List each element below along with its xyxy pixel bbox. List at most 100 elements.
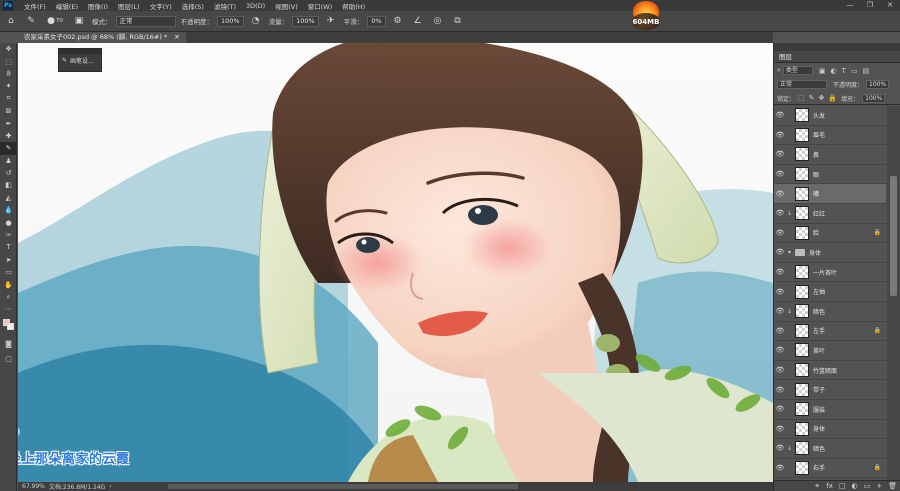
menu-3d[interactable]: 3D(D) bbox=[241, 2, 270, 10]
minimize-button[interactable]: — bbox=[840, 0, 860, 11]
path-selection-tool-icon[interactable]: ➤ bbox=[0, 254, 17, 266]
new-group-icon[interactable]: ▭ bbox=[864, 482, 871, 490]
layer-row[interactable]: 👁 带子 bbox=[774, 380, 886, 400]
lock-all-icon[interactable]: 🔒 bbox=[828, 94, 837, 102]
menu-file[interactable]: 文件(F) bbox=[19, 1, 51, 11]
layer-row[interactable]: 👁 竹篮暗面 bbox=[774, 361, 886, 381]
horizontal-scrollbar[interactable] bbox=[168, 484, 518, 489]
layer-row[interactable]: 👁 左手 🔒 bbox=[774, 322, 886, 342]
symmetry-icon[interactable]: ⧉ bbox=[451, 14, 465, 28]
layer-thumbnail[interactable] bbox=[795, 127, 809, 142]
layer-thumbnail[interactable] bbox=[795, 167, 809, 182]
document-tab[interactable]: 农家采茶女子002.psd @ 68% (脚, RGB/16#) * ✕ bbox=[18, 32, 186, 43]
layer-name[interactable]: 身体 bbox=[809, 248, 821, 257]
history-brush-tool-icon[interactable]: ↺ bbox=[0, 167, 17, 179]
crop-tool-icon[interactable]: ⌗ bbox=[0, 93, 17, 105]
layer-thumbnail[interactable] bbox=[795, 323, 809, 338]
visibility-eye-icon[interactable]: 👁 bbox=[774, 386, 786, 394]
zoom-tool-icon[interactable]: ⌕ bbox=[0, 291, 17, 303]
eyedropper-tool-icon[interactable]: ✒ bbox=[0, 117, 17, 129]
blend-mode-select[interactable]: 正常 bbox=[777, 80, 827, 89]
layers-panel-title[interactable]: 图层 bbox=[774, 51, 900, 63]
close-tab-icon[interactable]: ✕ bbox=[174, 33, 179, 41]
lock-paint-icon[interactable]: ✎ bbox=[809, 94, 815, 102]
more-tools-icon[interactable]: ⋯ bbox=[0, 303, 17, 315]
fx-icon[interactable]: fx bbox=[826, 482, 833, 490]
layer-thumbnail[interactable] bbox=[795, 206, 809, 221]
visibility-eye-icon[interactable]: 👁 bbox=[774, 190, 786, 198]
mode-select[interactable]: 正常 bbox=[115, 15, 176, 27]
visibility-eye-icon[interactable]: 👁 bbox=[774, 327, 786, 335]
layer-thumbnail[interactable] bbox=[795, 108, 809, 123]
visibility-eye-icon[interactable]: 👁 bbox=[774, 425, 786, 433]
layer-row[interactable]: 👁 茶叶 bbox=[774, 341, 886, 361]
layer-row[interactable]: 👁 脸 🔒 bbox=[774, 224, 886, 244]
brush-preset-picker[interactable]: ● 70 bbox=[44, 14, 66, 28]
new-layer-icon[interactable]: + bbox=[876, 482, 882, 490]
marquee-tool-icon[interactable]: ⬚ bbox=[0, 55, 17, 67]
background-color-swatch[interactable] bbox=[7, 323, 14, 330]
visibility-eye-icon[interactable]: 👁 bbox=[774, 209, 786, 217]
link-layers-icon[interactable]: ⚭ bbox=[814, 482, 820, 490]
brush-tool-icon[interactable]: ✎ bbox=[24, 14, 38, 28]
layer-row[interactable]: 👁 ↓ 暗色 bbox=[774, 302, 886, 322]
layer-name[interactable]: 暗色 bbox=[813, 307, 825, 316]
home-icon[interactable]: ⌂ bbox=[4, 14, 18, 28]
layer-name[interactable]: 竹篮暗面 bbox=[813, 366, 837, 375]
layer-thumbnail[interactable] bbox=[795, 363, 809, 378]
visibility-eye-icon[interactable]: 👁 bbox=[774, 248, 786, 256]
visibility-eye-icon[interactable]: 👁 bbox=[774, 444, 786, 452]
visibility-eye-icon[interactable]: 👁 bbox=[774, 288, 786, 296]
layer-name[interactable]: 暗色 bbox=[813, 444, 825, 453]
visibility-eye-icon[interactable]: 👁 bbox=[774, 170, 786, 178]
adjustment-layer-icon[interactable]: ◐ bbox=[852, 482, 858, 490]
pen-tool-icon[interactable]: ✑ bbox=[0, 229, 17, 241]
layer-row[interactable]: 👁 服装 bbox=[774, 400, 886, 420]
blur-tool-icon[interactable]: 💧 bbox=[0, 204, 17, 216]
layer-row[interactable]: 👁 右手 🔒 bbox=[774, 459, 886, 479]
layer-name[interactable]: 脸 bbox=[813, 228, 819, 237]
rectangle-tool-icon[interactable]: ▭ bbox=[0, 266, 17, 278]
layer-name[interactable]: 鼻 bbox=[813, 150, 819, 159]
filter-smart-icon[interactable]: ▤ bbox=[863, 67, 870, 75]
smooth-field[interactable]: 0% bbox=[367, 15, 386, 27]
layer-thumbnail[interactable] bbox=[795, 421, 809, 436]
layer-group-row[interactable]: 👁 ▾ 身体 bbox=[774, 243, 886, 263]
menu-help[interactable]: 帮助(H) bbox=[337, 1, 370, 11]
fill-field[interactable]: 100% bbox=[862, 93, 886, 103]
layer-row[interactable]: 👁 身体 bbox=[774, 420, 886, 440]
lock-move-icon[interactable]: ✥ bbox=[819, 94, 825, 102]
clone-stamp-tool-icon[interactable]: ♟ bbox=[0, 155, 17, 167]
hand-tool-icon[interactable]: ✋ bbox=[0, 278, 17, 290]
lasso-tool-icon[interactable]: ϑ bbox=[0, 68, 17, 80]
menu-filter[interactable]: 滤镜(T) bbox=[209, 1, 241, 11]
layer-name[interactable]: 带子 bbox=[813, 385, 825, 394]
layer-thumbnail[interactable] bbox=[795, 284, 809, 299]
visibility-eye-icon[interactable]: 👁 bbox=[774, 229, 786, 237]
layer-name[interactable]: 左手 bbox=[813, 326, 825, 335]
visibility-eye-icon[interactable]: 👁 bbox=[774, 464, 786, 472]
visibility-eye-icon[interactable]: 👁 bbox=[774, 111, 786, 119]
visibility-eye-icon[interactable]: 👁 bbox=[774, 366, 786, 374]
visibility-eye-icon[interactable]: 👁 bbox=[774, 150, 786, 158]
layer-row[interactable]: 👁 ↓ 暗色 bbox=[774, 439, 886, 459]
eraser-tool-icon[interactable]: ◧ bbox=[0, 179, 17, 191]
angle-icon[interactable]: ∠ bbox=[411, 14, 425, 28]
layer-name[interactable]: 嘴 bbox=[813, 189, 819, 198]
airbrush-icon[interactable]: ✈ bbox=[324, 14, 338, 28]
screen-mode-icon[interactable]: ▢ bbox=[0, 353, 17, 365]
visibility-eye-icon[interactable]: 👁 bbox=[774, 268, 786, 276]
maximize-button[interactable]: ❐ bbox=[860, 0, 880, 11]
layer-name[interactable]: 一片茶叶 bbox=[813, 268, 837, 277]
menu-type[interactable]: 文字(Y) bbox=[145, 1, 177, 11]
layer-name[interactable]: 左抽 bbox=[813, 287, 825, 296]
menu-edit[interactable]: 编辑(E) bbox=[51, 1, 83, 11]
frame-tool-icon[interactable]: ⊠ bbox=[0, 105, 17, 117]
layer-name[interactable]: 红红 bbox=[813, 209, 825, 218]
pressure-size-icon[interactable]: ◎ bbox=[431, 14, 445, 28]
visibility-eye-icon[interactable]: 👁 bbox=[774, 346, 786, 354]
menu-window[interactable]: 窗口(W) bbox=[303, 1, 338, 11]
layer-name[interactable]: 茶叶 bbox=[813, 346, 825, 355]
menu-layer[interactable]: 图层(L) bbox=[113, 1, 145, 11]
visibility-eye-icon[interactable]: 👁 bbox=[774, 131, 786, 139]
